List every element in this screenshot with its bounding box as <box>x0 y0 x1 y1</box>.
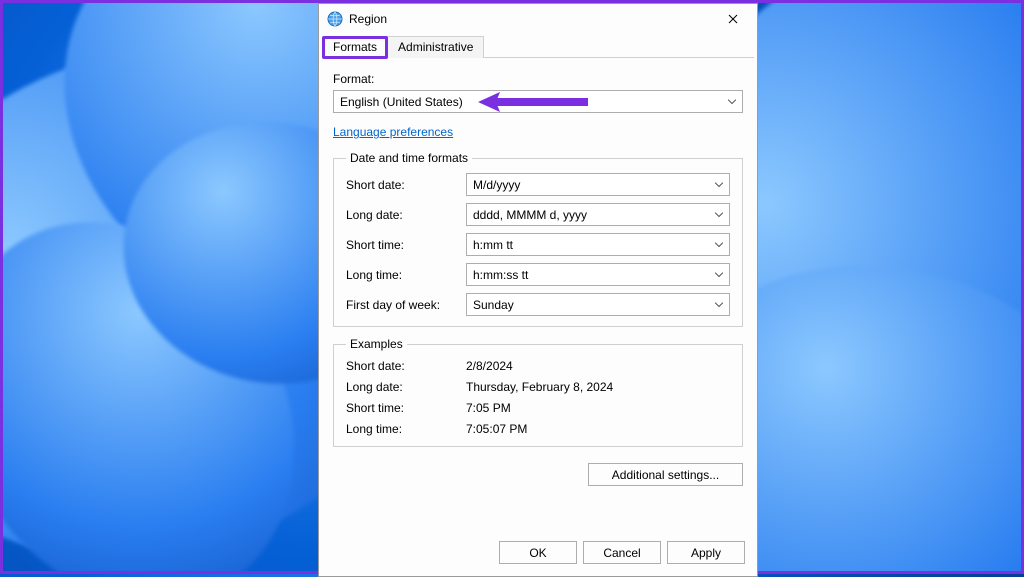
ex-long-date-value: Thursday, February 8, 2024 <box>466 380 730 394</box>
long-time-value: h:mm:ss tt <box>473 268 528 282</box>
examples-legend: Examples <box>346 337 407 351</box>
apply-button[interactable]: Apply <box>667 541 745 564</box>
dialog-footer: OK Cancel Apply <box>319 533 757 576</box>
chevron-down-icon <box>715 179 723 190</box>
tab-body-formats: Format: English (United States) Language… <box>319 58 757 533</box>
format-label: Format: <box>333 72 743 86</box>
ex-short-date-label: Short date: <box>346 359 466 373</box>
examples-group: Examples Short date: 2/8/2024 Long date:… <box>333 337 743 447</box>
short-time-select[interactable]: h:mm tt <box>466 233 730 256</box>
first-day-label: First day of week: <box>346 298 466 312</box>
format-select-value: English (United States) <box>340 95 463 109</box>
datetime-formats-group: Date and time formats Short date: M/d/yy… <box>333 151 743 327</box>
short-time-value: h:mm tt <box>473 238 513 252</box>
titlebar[interactable]: Region <box>319 4 757 34</box>
tab-formats[interactable]: Formats <box>322 36 388 59</box>
language-preferences-link[interactable]: Language preferences <box>333 125 743 139</box>
chevron-down-icon <box>715 239 723 250</box>
short-date-select[interactable]: M/d/yyyy <box>466 173 730 196</box>
chevron-down-icon <box>728 96 736 107</box>
ex-short-date-value: 2/8/2024 <box>466 359 730 373</box>
chevron-down-icon <box>715 299 723 310</box>
short-time-label: Short time: <box>346 238 466 252</box>
ok-button[interactable]: OK <box>499 541 577 564</box>
chevron-down-icon <box>715 269 723 280</box>
long-time-select[interactable]: h:mm:ss tt <box>466 263 730 286</box>
additional-settings-button[interactable]: Additional settings... <box>588 463 743 486</box>
globe-icon <box>327 11 343 27</box>
region-dialog: Region Formats Administrative Format: En… <box>318 3 758 577</box>
ex-short-time-label: Short time: <box>346 401 466 415</box>
ex-long-time-value: 7:05:07 PM <box>466 422 730 436</box>
format-select[interactable]: English (United States) <box>333 90 743 113</box>
short-date-label: Short date: <box>346 178 466 192</box>
window-title: Region <box>349 12 713 26</box>
first-day-select[interactable]: Sunday <box>466 293 730 316</box>
datetime-formats-legend: Date and time formats <box>346 151 472 165</box>
ex-long-time-label: Long time: <box>346 422 466 436</box>
tab-administrative[interactable]: Administrative <box>387 36 484 58</box>
chevron-down-icon <box>715 209 723 220</box>
long-date-select[interactable]: dddd, MMMM d, yyyy <box>466 203 730 226</box>
tabstrip: Formats Administrative <box>319 36 757 58</box>
long-time-label: Long time: <box>346 268 466 282</box>
close-button[interactable] <box>713 5 753 33</box>
ex-long-date-label: Long date: <box>346 380 466 394</box>
cancel-button[interactable]: Cancel <box>583 541 661 564</box>
long-date-label: Long date: <box>346 208 466 222</box>
first-day-value: Sunday <box>473 298 514 312</box>
short-date-value: M/d/yyyy <box>473 178 520 192</box>
long-date-value: dddd, MMMM d, yyyy <box>473 208 587 222</box>
ex-short-time-value: 7:05 PM <box>466 401 730 415</box>
close-icon <box>728 14 738 24</box>
